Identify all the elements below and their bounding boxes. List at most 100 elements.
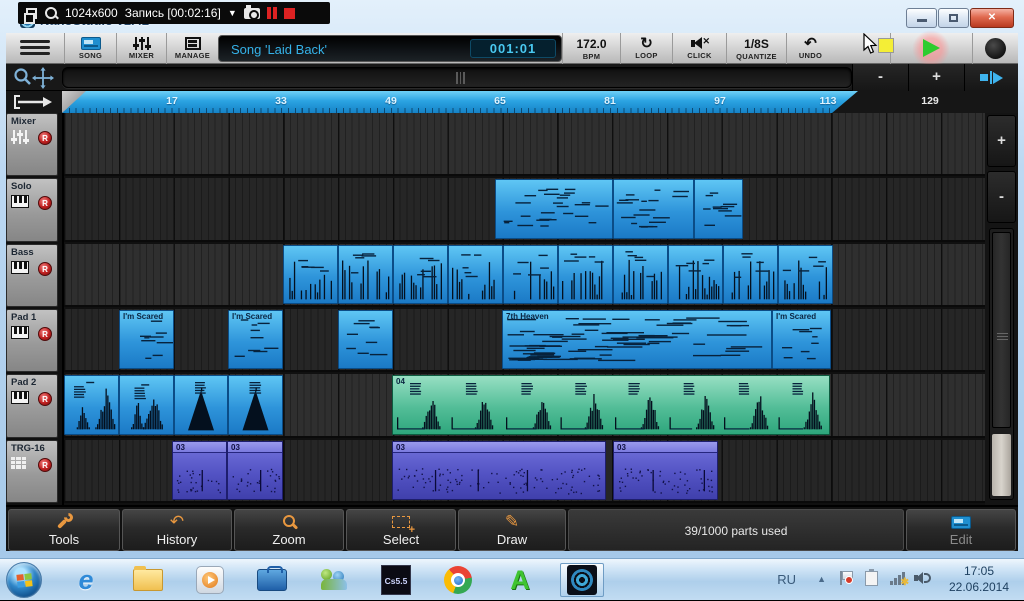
part-clip-7[interactable] — [503, 245, 558, 304]
record-arm-button[interactable]: R — [38, 131, 52, 145]
track-header-trg-16[interactable]: TRG-16 R — [6, 440, 58, 503]
part-clip-6[interactable] — [448, 245, 503, 304]
hidden-icons-arrow[interactable]: ▲ — [817, 574, 826, 584]
edit-button[interactable]: Edit — [906, 509, 1016, 551]
part-clip-10[interactable] — [668, 245, 723, 304]
record-icon — [985, 38, 1006, 59]
part-clip-19[interactable] — [119, 375, 174, 434]
timeline-ruler[interactable]: 129 173349658197113 — [62, 91, 1018, 113]
part-i-m-scared-14[interactable]: I'm Scared — [228, 310, 283, 369]
scrollbar-grip[interactable] — [456, 72, 468, 84]
part-clip-1[interactable] — [613, 179, 694, 238]
language-indicator[interactable]: RU — [777, 572, 796, 587]
click-button[interactable]: ✕ CLICK — [672, 33, 726, 64]
recorder-magnifier-icon[interactable] — [44, 6, 58, 20]
tools-button[interactable]: Tools — [8, 509, 120, 551]
taskbar-icon-chrome[interactable] — [436, 563, 480, 597]
song-start-icon[interactable] — [10, 92, 58, 112]
track-zoom-in-button[interactable]: + — [987, 115, 1016, 167]
action-center-flag-icon[interactable] — [840, 571, 852, 585]
part-clip-0[interactable] — [495, 179, 613, 238]
part-03-23[interactable]: 03 — [172, 441, 227, 500]
track-row-mixer[interactable] — [64, 113, 985, 176]
taskbar-icon-aimp[interactable]: A — [498, 563, 542, 597]
part-i-m-scared-17[interactable]: I'm Scared — [772, 310, 831, 369]
select-button[interactable]: Select — [346, 509, 456, 551]
menu-button[interactable] — [20, 40, 50, 57]
minimize-button[interactable] — [906, 8, 937, 28]
record-arm-button[interactable]: R — [38, 327, 52, 341]
part-clip-4[interactable] — [338, 245, 393, 304]
horizontal-scrollbar[interactable] — [62, 67, 852, 88]
part-03-24[interactable]: 03 — [227, 441, 283, 500]
vertical-scrollbar[interactable] — [989, 228, 1014, 500]
taskbar-icon-software-case[interactable] — [250, 563, 294, 597]
quantize-button[interactable]: 1/8S QUANTIZE — [726, 33, 786, 64]
part-clip-2[interactable] — [694, 179, 743, 238]
track-zoom-out-button[interactable]: - — [987, 171, 1016, 223]
track-header-bass[interactable]: BassR — [6, 244, 58, 307]
volume-icon[interactable] — [914, 571, 932, 585]
taskbar-icon-messenger[interactable] — [312, 563, 356, 597]
taskbar-icon-media-player[interactable] — [188, 563, 232, 597]
track-header-mixer[interactable]: MixerR — [6, 113, 58, 176]
recorder-stop-icon[interactable] — [284, 8, 295, 19]
record-arm-button[interactable]: R — [38, 196, 52, 210]
part-clip-9[interactable] — [613, 245, 668, 304]
part-03-25[interactable]: 03 — [392, 441, 606, 500]
part-clip-20[interactable] — [174, 375, 228, 434]
recorder-pause-icon[interactable] — [267, 7, 277, 19]
part-clip-12[interactable] — [778, 245, 833, 304]
song-button[interactable]: SONG — [64, 33, 116, 64]
part-03-26[interactable]: 03 — [613, 441, 718, 500]
draw-button[interactable]: ✎ Draw — [458, 509, 566, 551]
track-header-pad-1[interactable]: Pad 1R — [6, 309, 58, 372]
record-button[interactable] — [972, 33, 1018, 64]
taskbar-icon-windows-explorer[interactable] — [126, 563, 170, 597]
recorder-dropdown-icon[interactable]: ▼ — [228, 8, 237, 18]
part-clip-3[interactable] — [283, 245, 338, 304]
taskbar-icon-internet-explorer[interactable]: e — [64, 563, 108, 597]
zoom-pan-tool-icon[interactable] — [10, 66, 58, 89]
loop-button[interactable]: ↻ LOOP — [620, 33, 672, 64]
manage-button[interactable]: MANAGE — [166, 33, 218, 64]
play-button[interactable] — [890, 33, 972, 64]
record-arm-button[interactable]: R — [38, 458, 52, 472]
part-clip-21[interactable] — [228, 375, 283, 434]
history-button[interactable]: ↶ History — [122, 509, 232, 551]
mixer-button[interactable]: MIXER — [116, 33, 166, 64]
goto-end-button[interactable] — [964, 64, 1018, 91]
zoom-in-button[interactable]: + — [908, 64, 964, 91]
clipboard-icon[interactable] — [865, 571, 878, 586]
clock[interactable]: 17:05 22.06.2014 — [942, 563, 1016, 595]
track-header-pad-2[interactable]: Pad 2R — [6, 374, 58, 437]
part-clip-5[interactable] — [393, 245, 448, 304]
arrangement-grid[interactable]: I'm ScaredI'm Scared7th HeavenI'm Scared… — [62, 113, 985, 505]
vertical-scrollbar-thumb[interactable] — [992, 232, 1011, 428]
song-display[interactable]: Song 'Laid Back' 001:01 — [218, 35, 562, 62]
maximize-button[interactable] — [938, 8, 969, 28]
close-button[interactable]: ✕ — [970, 8, 1014, 28]
taskbar-icon-adobe-cs55[interactable]: Cs5.5 — [374, 563, 418, 597]
part-clip-18[interactable] — [64, 375, 119, 434]
record-arm-button[interactable]: R — [38, 262, 52, 276]
recorder-window-icon[interactable] — [26, 8, 37, 19]
part-i-m-scared-13[interactable]: I'm Scared — [119, 310, 174, 369]
zoom-button[interactable]: Zoom — [234, 509, 344, 551]
start-button[interactable] — [6, 562, 42, 598]
part-7th-heaven-16[interactable]: 7th Heaven — [502, 310, 772, 369]
record-arm-button[interactable]: R — [38, 392, 52, 406]
track-header-solo[interactable]: SoloR — [6, 178, 58, 241]
part-clip-11[interactable] — [723, 245, 778, 304]
vertical-scrollbar-track-light — [992, 434, 1011, 496]
part-clip-8[interactable] — [558, 245, 613, 304]
bpm-button[interactable]: 172.0 BPM — [562, 33, 620, 64]
undo-button[interactable]: ↶ UNDO — [786, 33, 834, 64]
taskbar-icon-nanostudio-app[interactable] — [560, 563, 604, 597]
recorder-camera-icon[interactable] — [244, 8, 260, 19]
part-clip-15[interactable] — [338, 310, 393, 369]
network-icon[interactable]: ✱ — [890, 571, 906, 585]
part-04-22[interactable]: 04 — [392, 375, 830, 434]
track-name: TRG-16 — [11, 443, 45, 454]
zoom-out-button[interactable]: - — [852, 64, 908, 91]
